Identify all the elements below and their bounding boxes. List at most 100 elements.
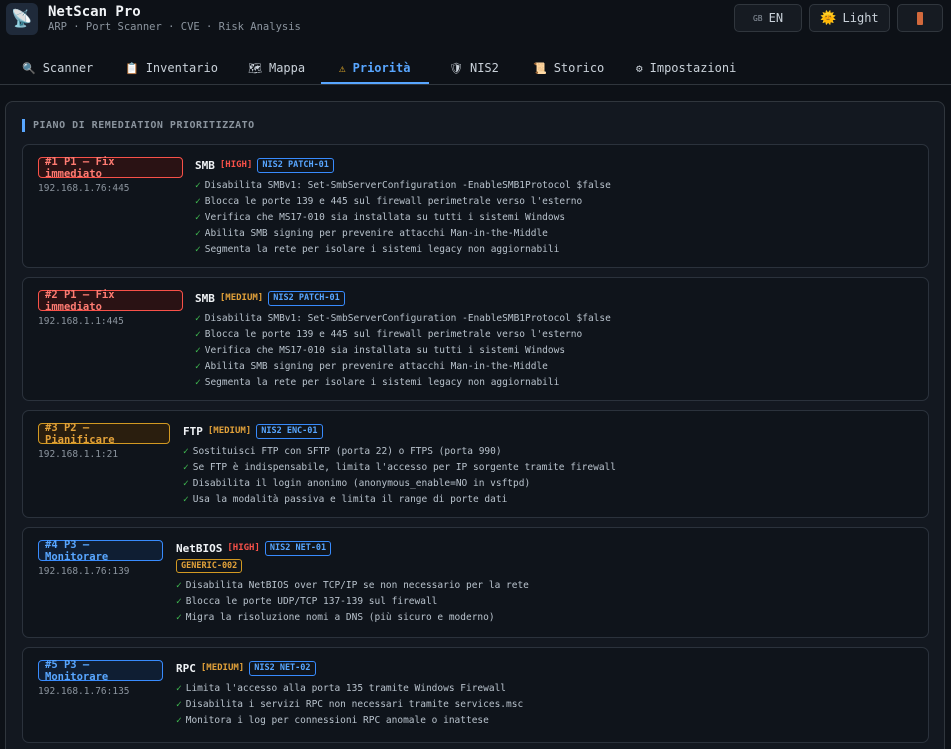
tab-label: Storico <box>553 61 605 75</box>
target-address: 192.168.1.76:135 <box>38 686 130 697</box>
target-address: 192.168.1.1:445 <box>38 316 124 327</box>
tab-inventario[interactable]: 📋 Inventario <box>125 52 218 84</box>
nis2-tag: NIS2 NET-01 <box>264 540 332 556</box>
theme-toggle-button[interactable]: 🌞 Light <box>809 4 890 32</box>
nis2-tag: NIS2 NET-02 <box>249 660 316 676</box>
check-icon: ✓ <box>195 313 201 324</box>
remediation-card: #2 P1 — Fix immediato 192.168.1.1:445 SM… <box>22 277 929 401</box>
language-button[interactable]: GB EN <box>734 4 802 32</box>
service-name: SMB <box>195 158 215 172</box>
steps-list: ✓ Limita l'accesso alla porta 135 tramite… <box>176 681 523 729</box>
generic-tag: GENERIC-002 <box>176 559 243 573</box>
priority-badge: #1 P1 — Fix immediato <box>38 156 183 180</box>
list-item: ✓ Usa la modalità passiva e limita il ran… <box>183 494 508 505</box>
list-item: ✓ Sostituisci FTP con SFTP (porta 22) o F… <box>183 446 502 457</box>
map-icon: 🗺 <box>248 61 262 75</box>
priority-badge: #5 P3 — Monitorare <box>38 659 163 683</box>
check-icon: ✓ <box>195 180 201 191</box>
remediation-card: #1 P1 — Fix immediato 192.168.1.76:445 S… <box>22 144 929 268</box>
list-item: ✓ Monitora i log per connessioni RPC anom… <box>176 715 489 726</box>
shield-icon: 🛡 <box>449 61 463 75</box>
list-item: ✓ Blocca le porte 139 e 445 sul firewall … <box>195 196 583 207</box>
search-icon: 🔍 <box>22 61 36 75</box>
priority-badge: #2 P1 — Fix immediato <box>38 289 183 313</box>
scroll-icon: 📜 <box>533 61 547 75</box>
tab-label: Inventario <box>145 61 218 75</box>
check-icon: ✓ <box>183 462 189 473</box>
steps-list: ✓ Disabilita SMBv1: Set-SmbServerConfigur… <box>195 178 611 258</box>
flag-gb-icon: GB <box>752 13 763 23</box>
list-item: ✓ Abilita SMB signing per prevenire attac… <box>195 228 548 239</box>
check-icon: ✓ <box>195 329 201 340</box>
active-tab-indicator <box>321 82 429 84</box>
list-item: ✓ Segmenta la rete per isolare i sistemi … <box>195 244 560 255</box>
remediation-panel: PIANO DI REMEDIATION PRIORITIZZATO #1 P1… <box>5 101 945 749</box>
list-item: ✓ Blocca le porte UDP/TCP 137-139 sul fir… <box>176 596 438 607</box>
card-content: NetBIOS [HIGH] NIS2 NET-01 GENERIC-002 ✓… <box>176 540 529 626</box>
nis2-tag: NIS2 PATCH-01 <box>257 157 334 173</box>
tab-label: NIS2 <box>469 61 499 75</box>
nis2-tag: NIS2 ENC-01 <box>256 423 323 439</box>
theme-label: Light <box>842 11 879 25</box>
check-icon: ✓ <box>195 345 201 356</box>
list-item: ✓ Blocca le porte 139 e 445 sul firewall … <box>195 329 583 340</box>
check-icon: ✓ <box>176 580 182 591</box>
clipboard-icon: 📋 <box>125 61 139 75</box>
severity-label: [MEDIUM] <box>219 293 264 303</box>
severity-label: [MEDIUM] <box>200 663 245 673</box>
nis2-tag: NIS2 PATCH-01 <box>268 290 345 306</box>
service-name: SMB <box>195 291 215 305</box>
language-label: EN <box>768 11 784 25</box>
target-address: 192.168.1.76:139 <box>38 566 130 577</box>
steps-list: ✓ Disabilita SMBv1: Set-SmbServerConfigur… <box>195 311 611 391</box>
list-item: ✓ Disabilita SMBv1: Set-SmbServerConfigur… <box>195 180 611 191</box>
check-icon: ✓ <box>176 715 182 726</box>
check-icon: ✓ <box>195 377 201 388</box>
check-icon: ✓ <box>183 478 189 489</box>
check-icon: ✓ <box>195 196 201 207</box>
service-name: RPC <box>176 661 196 675</box>
card-content: SMB [MEDIUM] NIS2 PATCH-01 ✓ Disabilita S… <box>195 290 611 391</box>
tab-label: Impostazioni <box>649 61 737 75</box>
tab-label: Scanner <box>42 61 94 75</box>
stop-bar-icon <box>917 11 923 25</box>
satellite-dish-icon: 📡 <box>6 3 38 35</box>
severity-label: [MEDIUM] <box>207 426 252 436</box>
service-name: FTP <box>183 424 203 438</box>
tab-nis2[interactable]: 🛡 NIS2 <box>449 52 499 84</box>
check-icon: ✓ <box>195 244 201 255</box>
steps-list: ✓ Disabilita NetBIOS over TCP/IP se non n… <box>176 578 529 626</box>
priority-badge: #3 P2 — Pianificare <box>38 422 170 446</box>
list-item: ✓ Disabilita i servizi RPC non necessari … <box>176 699 524 710</box>
target-address: 192.168.1.76:445 <box>38 183 130 194</box>
check-icon: ✓ <box>176 612 182 623</box>
remediation-card: #3 P2 — Pianificare 192.168.1.1:21 FTP [… <box>22 410 929 518</box>
sun-icon: 🌞 <box>820 10 837 26</box>
check-icon: ✓ <box>176 699 182 710</box>
check-icon: ✓ <box>176 683 182 694</box>
tab-label: Mappa <box>268 61 306 75</box>
list-item: ✓ Disabilita SMBv1: Set-SmbServerConfigur… <box>195 313 611 324</box>
tab-impostazioni[interactable]: ⚙ Impostazioni <box>636 52 736 84</box>
section-title: PIANO DI REMEDIATION PRIORITIZZATO <box>22 119 255 132</box>
service-name: NetBIOS <box>176 541 223 555</box>
card-content: FTP [MEDIUM] NIS2 ENC-01 ✓ Sostituisci FT… <box>183 423 616 508</box>
list-item: ✓ Verifica che MS17-010 sia installata su… <box>195 212 566 223</box>
warning-icon: ⚠ <box>339 61 346 75</box>
severity-label: [HIGH] <box>227 543 260 553</box>
app-title: NetScan Pro <box>48 4 141 20</box>
card-content: SMB [HIGH] NIS2 PATCH-01 ✓ Disabilita SMB… <box>195 157 611 258</box>
tab-label: Priorità <box>352 61 411 75</box>
tab-scanner[interactable]: 🔍 Scanner <box>22 52 93 84</box>
tab-priorita[interactable]: ⚠ Priorità <box>339 52 410 84</box>
tab-mappa[interactable]: 🗺 Mappa <box>248 52 305 84</box>
list-item: ✓ Verifica che MS17-010 sia installata su… <box>195 345 566 356</box>
gear-icon: ⚙ <box>636 61 643 75</box>
tab-storico[interactable]: 📜 Storico <box>533 52 604 84</box>
stop-button[interactable] <box>897 4 943 32</box>
list-item: ✓ Migra la risoluzione nomi a DNS (più si… <box>176 612 495 623</box>
severity-label: [HIGH] <box>219 160 253 170</box>
list-item: ✓ Se FTP è indispensabile, limita l'acces… <box>183 462 616 473</box>
app-subtitle: ARP · Port Scanner · CVE · Risk Analysis <box>48 21 301 33</box>
list-item: ✓ Segmenta la rete per isolare i sistemi … <box>195 377 560 388</box>
